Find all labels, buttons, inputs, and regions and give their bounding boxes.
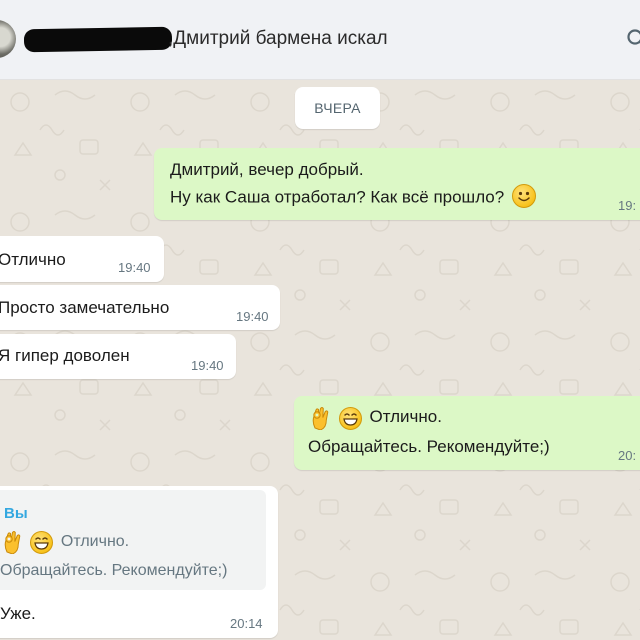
- message-time: 20:: [618, 448, 637, 463]
- chat-header: ,Дмитрий бармена искал: [0, 0, 640, 80]
- message-time: 19:40: [118, 260, 151, 275]
- grinning-face-icon: [338, 406, 362, 430]
- message-text: Уже.: [0, 604, 36, 623]
- search-icon[interactable]: [626, 28, 640, 55]
- message-line: Ну как Саша отработал? Как всё прошло?: [170, 184, 536, 210]
- message-line-text: Отлично.: [369, 407, 442, 427]
- reply-line: Обращайтесь. Рекомендуйте;): [0, 562, 228, 579]
- reply-line: Отлично.: [2, 530, 130, 555]
- message-line: Обращайтесь. Рекомендуйте;): [308, 437, 550, 456]
- message-time: 20:14: [230, 616, 263, 631]
- ok-hand-icon: [310, 406, 332, 431]
- chat-title[interactable]: ,Дмитрий бармена искал: [168, 28, 388, 50]
- message-text: Просто замечательно: [0, 298, 170, 317]
- message-bubble-incoming[interactable]: Отлично 19:40: [0, 236, 164, 282]
- message-bubble-outgoing[interactable]: Дмитрий, вечер добрый. Ну как Саша отраб…: [154, 148, 640, 220]
- message-time: 19:: [618, 198, 637, 213]
- date-divider: ВЧЕРА: [295, 87, 380, 129]
- message-line: Дмитрий, вечер добрый.: [170, 160, 364, 179]
- message-bubble-incoming-reply[interactable]: Вы Отлично. Обращайтесь. Рекомендуйте;) …: [0, 486, 278, 638]
- reply-line-text: Отлично.: [60, 533, 130, 551]
- message-line: Отлично.: [310, 406, 442, 431]
- redacted-name: [23, 26, 173, 53]
- message-text: Отлично: [0, 250, 66, 269]
- message-text: Я гипер доволен: [0, 346, 130, 365]
- message-bubble-outgoing[interactable]: Отлично. Обращайтесь. Рекомендуйте;) 20:: [294, 396, 640, 470]
- date-divider-label: ВЧЕРА: [314, 100, 361, 116]
- message-line-text: Ну как Саша отработал? Как всё прошло?: [170, 187, 505, 207]
- slightly-smiling-face-icon: [511, 184, 536, 208]
- reply-quote[interactable]: Вы Отлично. Обращайтесь. Рекомендуйте;): [0, 490, 266, 590]
- contact-avatar[interactable]: [0, 20, 16, 58]
- message-time: 19:40: [191, 358, 224, 373]
- message-time: 19:40: [236, 309, 269, 324]
- message-bubble-incoming[interactable]: Просто замечательно 19:40: [0, 285, 280, 330]
- reply-author: Вы: [4, 505, 28, 522]
- grinning-face-icon: [30, 530, 54, 554]
- message-bubble-incoming[interactable]: Я гипер доволен 19:40: [0, 334, 236, 379]
- ok-hand-icon: [2, 530, 24, 555]
